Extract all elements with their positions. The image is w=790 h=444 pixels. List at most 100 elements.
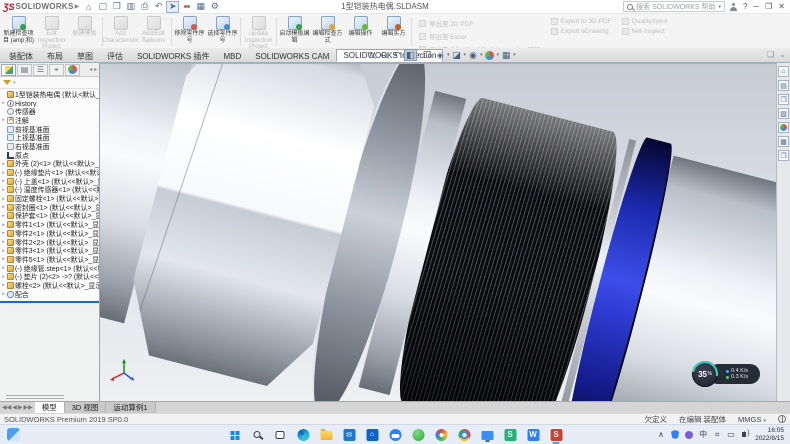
status-globe-icon[interactable] xyxy=(778,415,786,423)
taskbar-wps-office-icon[interactable]: W xyxy=(526,427,541,442)
taskbar-file-explorer-icon[interactable] xyxy=(319,427,334,442)
save-icon[interactable]: ▥ xyxy=(124,1,137,13)
search-dropdown-icon[interactable]: ▾ xyxy=(718,4,721,10)
print-icon[interactable]: ⎙ xyxy=(138,1,151,13)
tree-item[interactable]: ▸(-) 上盖<1> (默认<<默认>_显示状 xyxy=(0,177,99,186)
ribbon-tab-solidworks-cam[interactable]: SOLIDWORKS CAM xyxy=(248,49,336,62)
tab-nav-prev-icon[interactable]: ◀ xyxy=(12,404,17,411)
section-view-icon[interactable]: ◧ xyxy=(404,49,417,61)
design-library-icon[interactable]: ▤ xyxy=(778,80,789,91)
widgets-icon[interactable] xyxy=(7,428,20,441)
tree-item[interactable]: ▸零件3<1> (默认<<默认>_显示状态 xyxy=(0,246,99,255)
taskbar-360-safety-icon[interactable] xyxy=(411,427,426,442)
dropdown-arrow-icon[interactable]: ▾ xyxy=(464,52,467,58)
tree-filter-bar[interactable]: ▾ xyxy=(0,77,99,89)
panel-tab-configurationmanager[interactable]: ☰ xyxy=(33,64,48,76)
document-tab-模型[interactable]: 模型 xyxy=(35,402,65,413)
taskbar-360-browser-icon[interactable] xyxy=(434,427,449,442)
login-user-icon[interactable] xyxy=(730,3,737,11)
expand-arrow-icon[interactable]: ▸ xyxy=(1,256,6,262)
expand-arrow-icon[interactable]: ▸ xyxy=(1,222,6,228)
tree-item[interactable]: ▸固定螺栓<1> (默认<<默认>_显示 xyxy=(0,194,99,203)
ribbon-tab-mbd[interactable]: MBD xyxy=(216,49,248,62)
tree-item[interactable]: ▸零件2<2> (默认<<默认>_显示状态 xyxy=(0,238,99,247)
document-tab-3D-视图[interactable]: 3D 视图 xyxy=(65,402,107,413)
file-properties-icon[interactable]: ▦ xyxy=(194,1,207,13)
tab-nav-last-icon[interactable]: ▶▶ xyxy=(23,404,32,411)
units-selector[interactable]: MMGS ▾ xyxy=(738,415,766,424)
taskbar-remote-desktop-icon[interactable] xyxy=(480,427,495,442)
filter-dropdown-icon[interactable]: ▾ xyxy=(13,80,16,86)
panel-tab-dimxpertmanager[interactable]: ⌖ xyxy=(49,64,64,76)
display-style-icon[interactable]: ◪ xyxy=(451,49,463,61)
appearances-scenes-icon[interactable] xyxy=(778,122,789,133)
tree-item[interactable]: 1型铠装热电偶 (默认<默认_显示状态-1 xyxy=(0,90,99,99)
ribbon-tab-布局[interactable]: 布局 xyxy=(40,49,70,62)
touch-keyboard-icon[interactable]: ⌗ xyxy=(713,430,721,440)
custom-properties-icon[interactable]: ▦ xyxy=(778,136,789,147)
taskbar-start-icon[interactable] xyxy=(227,427,242,442)
expand-arrow-icon[interactable]: ▸ xyxy=(1,230,6,236)
tree-item[interactable]: ▸注解 xyxy=(0,116,99,125)
tree-item[interactable]: ▸History xyxy=(0,99,99,108)
tree-item[interactable]: ▸零件2<1> (默认<<默认>_显示状态 xyxy=(0,229,99,238)
remove-balloons-button[interactable]: 移除零件序号 xyxy=(173,15,206,48)
rebuild-traffic-light-icon[interactable] xyxy=(180,1,193,13)
dropdown-arrow-icon[interactable]: ▾ xyxy=(418,52,421,58)
menu-flyout-arrow-icon[interactable]: ▶ xyxy=(75,3,80,10)
edit-actual-button[interactable]: 编辑实方 xyxy=(377,15,410,48)
tree-item[interactable]: ▸外壳 (2)<1> (默认<<默认>_显示状 xyxy=(0,160,99,169)
expand-arrow-icon[interactable]: ▸ xyxy=(1,274,6,280)
dropdown-arrow-icon[interactable]: ▾ xyxy=(497,52,500,58)
dropdown-arrow-icon[interactable]: ▾ xyxy=(447,52,450,58)
taskbar-edge-browser-icon[interactable] xyxy=(296,427,311,442)
expand-arrow-icon[interactable]: ▸ xyxy=(1,117,6,123)
expand-arrow-icon[interactable]: ▸ xyxy=(1,248,6,254)
help-icon[interactable]: ? xyxy=(743,3,747,11)
tree-item[interactable]: ▸零件5<1> (默认<<默认>_显示状态 xyxy=(0,255,99,264)
tree-item[interactable]: ▸螺栓<2> (默认<<默认>_显示状态 xyxy=(0,281,99,290)
taskbar-mail-icon[interactable]: ✉ xyxy=(342,427,357,442)
minimize-button[interactable]: ─ xyxy=(753,3,759,11)
select-balloons-button[interactable]: 选择零件序号 xyxy=(206,15,239,48)
ribbon-tab-solidworks-插件[interactable]: SOLIDWORKS 插件 xyxy=(130,49,216,62)
panel-tab-scroll-arrows[interactable]: ◂ ▸ xyxy=(89,66,99,73)
expand-arrow-icon[interactable]: ▸ xyxy=(1,239,6,245)
usage-percent-badge[interactable]: 35% xyxy=(692,361,718,387)
tab-nav-first-icon[interactable]: ◀◀ xyxy=(2,404,11,411)
panel-tab-featuremanager-tree[interactable] xyxy=(1,64,16,76)
taskbar-microsoft-store-icon[interactable]: ⌂ xyxy=(365,427,380,442)
launch-template-editor-button[interactable]: 启动模板编辑 xyxy=(278,15,311,48)
ribbon-tab-草图[interactable]: 草图 xyxy=(70,49,100,62)
solidworks-resources-icon[interactable]: ⌂ xyxy=(778,66,789,77)
previous-view-icon[interactable]: ↶ xyxy=(391,49,403,61)
tree-item[interactable]: 原点 xyxy=(0,151,99,160)
open-document-icon[interactable]: ❒ xyxy=(110,1,123,13)
undo-icon[interactable]: ↶ xyxy=(152,1,165,13)
solidworks-forum-icon[interactable]: ❐ xyxy=(778,150,789,161)
zoom-to-fit-icon[interactable] xyxy=(365,49,377,61)
expand-arrow-icon[interactable]: ▸ xyxy=(1,213,6,219)
taskbar-solidworks-icon[interactable]: S xyxy=(549,427,564,442)
new-document-icon[interactable]: ▢ xyxy=(96,1,109,13)
document-tab-运动算例1[interactable]: 运动算例1 xyxy=(106,402,155,413)
edit-operation-button[interactable]: 编辑操作 xyxy=(344,15,377,48)
taskbar-green-s-app-icon[interactable]: S xyxy=(503,427,518,442)
zoom-to-area-icon[interactable] xyxy=(378,49,390,61)
tree-item[interactable]: 上视基准面 xyxy=(0,133,99,142)
file-explorer-icon[interactable]: ❒ xyxy=(778,94,789,105)
expand-arrow-icon[interactable]: ▸ xyxy=(1,187,6,193)
expand-arrow-icon[interactable]: ▸ xyxy=(1,282,6,288)
select-arrow-icon[interactable]: ➤ xyxy=(166,1,179,13)
graphics-viewport[interactable]: 0.4 K/s0.3 K/s 35% xyxy=(100,63,776,401)
location-icon[interactable] xyxy=(685,431,693,439)
edit-appearance-icon[interactable] xyxy=(484,49,496,61)
collapse-ribbon-icon[interactable]: ❏ xyxy=(767,50,774,59)
ribbon-tab-装配体[interactable]: 装配体 xyxy=(2,49,40,62)
hidden-icons-chevron[interactable]: ∧ xyxy=(657,430,665,439)
expand-arrow-icon[interactable]: ▸ xyxy=(1,170,6,176)
tree-item[interactable]: ▸密封圈<1> (默认<<默认>_显示状 xyxy=(0,203,99,212)
tree-item[interactable]: ▸(-) 垫片 (2)<2> ->? (默认<<默认> xyxy=(0,272,99,281)
expand-arrow-icon[interactable]: ▸ xyxy=(1,291,6,297)
expand-arrow-icon[interactable]: ▸ xyxy=(1,196,6,202)
